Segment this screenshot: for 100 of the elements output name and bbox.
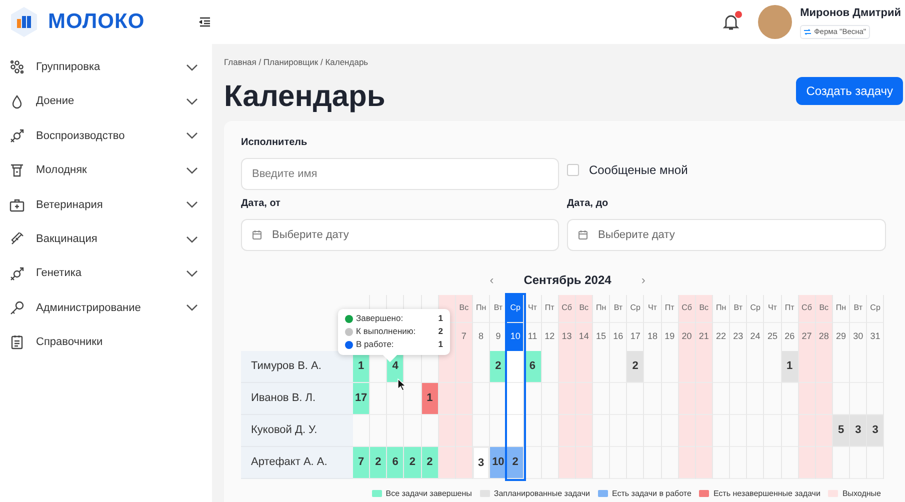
weekday-label: Пн — [476, 302, 486, 314]
sidebar-item[interactable]: Администрирование — [0, 290, 212, 326]
day-number: 21 — [698, 330, 709, 343]
sidebar-item[interactable]: Молодняк — [0, 153, 212, 188]
day-number: 17 — [630, 330, 640, 343]
day-number: 12 — [544, 330, 555, 343]
task-count-cell[interactable]: 3 — [472, 446, 490, 479]
sidebar-item[interactable]: Вакцинация — [0, 222, 212, 256]
day-number: 26 — [784, 330, 795, 343]
user-name: Миронов Дмитрий — [800, 6, 901, 22]
task-count-cell[interactable]: 2 — [490, 350, 506, 383]
legend-label: Запланированные задачи — [494, 488, 590, 500]
weekday-label: Сб — [802, 302, 812, 314]
task-count-cell[interactable]: 3 — [867, 414, 884, 447]
medical-kit-icon — [9, 196, 25, 213]
day-number: 7 — [461, 330, 466, 343]
sidebar-item[interactable]: Генетика — [0, 256, 212, 291]
calendar-icon — [578, 230, 588, 240]
date-to-picker[interactable]: Выберите дату — [567, 218, 886, 251]
day-number: 29 — [836, 330, 846, 343]
checkbox[interactable] — [567, 164, 579, 176]
task-count-cell[interactable]: 2 — [370, 446, 386, 479]
date-from-picker[interactable]: Выберите дату — [241, 218, 559, 251]
status-label: К выполнению: — [356, 325, 417, 338]
name-input[interactable]: Введите имя — [241, 158, 559, 190]
weekday-label: Пт — [544, 302, 554, 314]
field-label: Исполнитель — [241, 136, 308, 150]
weekday-label: Пн — [716, 302, 726, 314]
day-number: 13 — [562, 330, 572, 343]
day-number: 24 — [750, 330, 760, 343]
task-count-cell[interactable]: 7 — [353, 446, 370, 479]
key-icon — [9, 300, 25, 316]
day-number: 20 — [682, 330, 692, 343]
day-number: 15 — [596, 330, 606, 343]
status-count: 1 — [438, 338, 443, 352]
next-month-button[interactable]: › — [641, 270, 646, 289]
notification-button[interactable] — [722, 13, 740, 31]
weekday-label: Чт — [528, 302, 537, 314]
weekday-label: Вс — [459, 302, 469, 314]
sidebar-item[interactable]: Доение — [0, 84, 212, 119]
sidebar-item[interactable]: Группировка — [0, 50, 212, 84]
weekday-label: Вс — [699, 302, 709, 314]
weekday-label: Ср — [750, 302, 760, 314]
legend-label: Есть задачи в работе — [612, 488, 692, 500]
weekday-label: Пт — [784, 302, 794, 314]
day-number: 31 — [870, 330, 880, 343]
mouse-cursor-icon — [397, 378, 406, 391]
status-label: Завершено: — [356, 312, 404, 326]
task-count-cell[interactable]: 2 — [422, 446, 438, 479]
weekday-label: Сб — [682, 302, 692, 314]
task-count-cell[interactable]: 2 — [627, 350, 644, 383]
weekday-label: Вс — [579, 302, 589, 314]
weekday-label: Вт — [854, 302, 863, 314]
weekday-label: Пт — [664, 302, 674, 314]
day-number: 22 — [716, 330, 726, 343]
sidebar-item[interactable]: Воспроизводство — [0, 118, 212, 154]
weekday-label: Вс — [819, 302, 829, 314]
swap-icon — [804, 28, 812, 35]
weekday-label: Вт — [494, 302, 503, 314]
employee-name: Артефакт А. А. — [251, 455, 328, 470]
day-number: 28 — [818, 330, 829, 343]
gender-symbol-icon — [9, 128, 25, 144]
day-number: 27 — [802, 330, 812, 343]
task-count-cell[interactable]: 10 — [490, 446, 506, 479]
day-number: 8 — [478, 330, 484, 343]
task-count-cell[interactable]: 6 — [387, 446, 404, 479]
day-number: 16 — [613, 330, 624, 343]
task-count-cell[interactable]: 2 — [507, 446, 524, 479]
task-count-cell[interactable]: 5 — [832, 414, 850, 447]
status-count: 1 — [438, 312, 443, 326]
create-task-button[interactable]: Создать задачу — [796, 76, 903, 105]
sidebar-item[interactable]: Ветеринария — [0, 188, 212, 222]
sidebar-item[interactable]: Справочники — [0, 325, 212, 360]
weekday-label: Вт — [614, 302, 623, 314]
day-number: 30 — [853, 330, 864, 343]
task-count-cell[interactable]: 17 — [353, 382, 370, 415]
day-number: 25 — [767, 330, 778, 343]
day-number: 14 — [578, 330, 589, 343]
gender-symbol-icon — [9, 266, 25, 282]
status-count: 2 — [438, 325, 443, 338]
checkbox-label: Сообщеные мной — [589, 162, 688, 179]
task-count-cell[interactable]: 1 — [422, 382, 438, 415]
weekday-label: Чт — [768, 302, 777, 314]
employee-name: Иванов В. Л. — [251, 391, 316, 406]
day-number: 19 — [664, 330, 675, 343]
task-count-cell[interactable]: 2 — [404, 446, 421, 479]
weekday-label: Вт — [734, 302, 743, 314]
employee-name: Тимуров В. А. — [251, 359, 322, 374]
task-count-cell[interactable]: 1 — [782, 350, 798, 383]
collapse-menu-icon[interactable] — [198, 17, 211, 27]
page-title: Календарь — [224, 78, 386, 115]
calendar-icon — [252, 230, 262, 240]
task-count-cell[interactable]: 3 — [850, 414, 866, 447]
weekday-label: Ср — [630, 302, 640, 314]
previous-month-button[interactable]: ‹ — [490, 270, 494, 289]
weekday-label: Пн — [596, 302, 606, 314]
brand-name: МОЛОКО — [48, 9, 145, 36]
status-label: В работе: — [356, 338, 395, 352]
grid-icon — [9, 59, 25, 76]
month-title: Сентябрь 2024 — [524, 272, 612, 289]
